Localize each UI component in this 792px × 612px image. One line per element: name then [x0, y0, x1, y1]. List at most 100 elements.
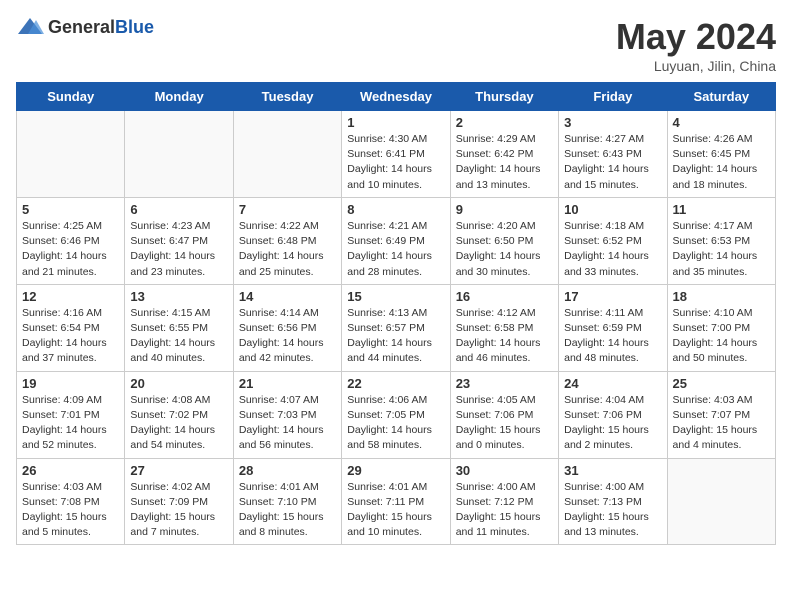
calendar-cell: 10 Sunrise: 4:18 AMSunset: 6:52 PMDayligh… — [559, 197, 667, 284]
day-info: Sunrise: 4:23 AMSunset: 6:47 PMDaylight:… — [130, 219, 227, 280]
day-info: Sunrise: 4:09 AMSunset: 7:01 PMDaylight:… — [22, 393, 119, 454]
calendar-cell: 26 Sunrise: 4:03 AMSunset: 7:08 PMDayligh… — [17, 458, 125, 545]
day-info: Sunrise: 4:16 AMSunset: 6:54 PMDaylight:… — [22, 306, 119, 367]
day-info: Sunrise: 4:27 AMSunset: 6:43 PMDaylight:… — [564, 132, 661, 193]
day-header-thursday: Thursday — [450, 83, 558, 111]
day-info: Sunrise: 4:00 AMSunset: 7:13 PMDaylight:… — [564, 480, 661, 541]
day-info: Sunrise: 4:10 AMSunset: 7:00 PMDaylight:… — [673, 306, 770, 367]
day-number: 11 — [673, 202, 770, 217]
calendar-cell: 6Sunrise: 4:23 AMSunset: 6:47 PMDaylight… — [125, 197, 233, 284]
day-info: Sunrise: 4:04 AMSunset: 7:06 PMDaylight:… — [564, 393, 661, 454]
day-info: Sunrise: 4:29 AMSunset: 6:42 PMDaylight:… — [456, 132, 553, 193]
calendar-week-3: 12 Sunrise: 4:16 AMSunset: 6:54 PMDayligh… — [17, 284, 776, 371]
day-number: 1 — [347, 115, 444, 130]
day-number: 21 — [239, 376, 336, 391]
calendar-cell: 29 Sunrise: 4:01 AMSunset: 7:11 PMDayligh… — [342, 458, 450, 545]
day-number: 7 — [239, 202, 336, 217]
day-info: Sunrise: 4:11 AMSunset: 6:59 PMDaylight:… — [564, 306, 661, 367]
calendar-cell: 11 Sunrise: 4:17 AMSunset: 6:53 PMDayligh… — [667, 197, 775, 284]
calendar-cell: 2 Sunrise: 4:29 AMSunset: 6:42 PMDaylight… — [450, 111, 558, 198]
calendar-cell: 9Sunrise: 4:20 AMSunset: 6:50 PMDaylight… — [450, 197, 558, 284]
day-number: 26 — [22, 463, 119, 478]
calendar-cell: 23 Sunrise: 4:05 AMSunset: 7:06 PMDayligh… — [450, 371, 558, 458]
calendar-cell: 13 Sunrise: 4:15 AMSunset: 6:55 PMDayligh… — [125, 284, 233, 371]
day-info: Sunrise: 4:03 AMSunset: 7:08 PMDaylight:… — [22, 480, 119, 541]
calendar-cell: 22 Sunrise: 4:06 AMSunset: 7:05 PMDayligh… — [342, 371, 450, 458]
day-header-tuesday: Tuesday — [233, 83, 341, 111]
location-subtitle: Luyuan, Jilin, China — [616, 58, 776, 74]
day-info: Sunrise: 4:14 AMSunset: 6:56 PMDaylight:… — [239, 306, 336, 367]
day-number: 29 — [347, 463, 444, 478]
day-number: 23 — [456, 376, 553, 391]
day-number: 12 — [22, 289, 119, 304]
day-info: Sunrise: 4:01 AMSunset: 7:11 PMDaylight:… — [347, 480, 444, 541]
calendar-cell: 12 Sunrise: 4:16 AMSunset: 6:54 PMDayligh… — [17, 284, 125, 371]
calendar-cell — [125, 111, 233, 198]
day-number: 27 — [130, 463, 227, 478]
calendar-cell: 31Sunrise: 4:00 AMSunset: 7:13 PMDayligh… — [559, 458, 667, 545]
calendar-week-4: 19Sunrise: 4:09 AMSunset: 7:01 PMDayligh… — [17, 371, 776, 458]
calendar: SundayMondayTuesdayWednesdayThursdayFrid… — [16, 82, 776, 545]
calendar-cell: 17 Sunrise: 4:11 AMSunset: 6:59 PMDayligh… — [559, 284, 667, 371]
day-number: 22 — [347, 376, 444, 391]
calendar-cell: 5Sunrise: 4:25 AMSunset: 6:46 PMDaylight… — [17, 197, 125, 284]
calendar-cell: 28 Sunrise: 4:01 AMSunset: 7:10 PMDayligh… — [233, 458, 341, 545]
day-info: Sunrise: 4:01 AMSunset: 7:10 PMDaylight:… — [239, 480, 336, 541]
day-info: Sunrise: 4:00 AMSunset: 7:12 PMDaylight:… — [456, 480, 553, 541]
calendar-cell: 27 Sunrise: 4:02 AMSunset: 7:09 PMDayligh… — [125, 458, 233, 545]
logo-icon — [16, 16, 44, 38]
calendar-cell: 24Sunrise: 4:04 AMSunset: 7:06 PMDayligh… — [559, 371, 667, 458]
day-number: 8 — [347, 202, 444, 217]
day-info: Sunrise: 4:06 AMSunset: 7:05 PMDaylight:… — [347, 393, 444, 454]
title-area: May 2024 Luyuan, Jilin, China — [616, 16, 776, 74]
day-header-friday: Friday — [559, 83, 667, 111]
calendar-week-2: 5Sunrise: 4:25 AMSunset: 6:46 PMDaylight… — [17, 197, 776, 284]
day-number: 2 — [456, 115, 553, 130]
header: GeneralBlue May 2024 Luyuan, Jilin, Chin… — [16, 16, 776, 74]
logo-blue: Blue — [115, 17, 154, 37]
day-info: Sunrise: 4:17 AMSunset: 6:53 PMDaylight:… — [673, 219, 770, 280]
day-info: Sunrise: 4:25 AMSunset: 6:46 PMDaylight:… — [22, 219, 119, 280]
calendar-cell: 18 Sunrise: 4:10 AMSunset: 7:00 PMDayligh… — [667, 284, 775, 371]
day-info: Sunrise: 4:02 AMSunset: 7:09 PMDaylight:… — [130, 480, 227, 541]
day-number: 14 — [239, 289, 336, 304]
calendar-week-1: 1 Sunrise: 4:30 AMSunset: 6:41 PMDaylight… — [17, 111, 776, 198]
calendar-cell: 7 Sunrise: 4:22 AMSunset: 6:48 PMDaylight… — [233, 197, 341, 284]
day-number: 18 — [673, 289, 770, 304]
day-info: Sunrise: 4:22 AMSunset: 6:48 PMDaylight:… — [239, 219, 336, 280]
day-info: Sunrise: 4:03 AMSunset: 7:07 PMDaylight:… — [673, 393, 770, 454]
day-info: Sunrise: 4:05 AMSunset: 7:06 PMDaylight:… — [456, 393, 553, 454]
day-info: Sunrise: 4:30 AMSunset: 6:41 PMDaylight:… — [347, 132, 444, 193]
day-info: Sunrise: 4:08 AMSunset: 7:02 PMDaylight:… — [130, 393, 227, 454]
day-number: 9 — [456, 202, 553, 217]
calendar-cell: 4 Sunrise: 4:26 AMSunset: 6:45 PMDaylight… — [667, 111, 775, 198]
day-number: 30 — [456, 463, 553, 478]
day-number: 16 — [456, 289, 553, 304]
day-number: 10 — [564, 202, 661, 217]
day-header-wednesday: Wednesday — [342, 83, 450, 111]
day-info: Sunrise: 4:15 AMSunset: 6:55 PMDaylight:… — [130, 306, 227, 367]
calendar-cell: 21 Sunrise: 4:07 AMSunset: 7:03 PMDayligh… — [233, 371, 341, 458]
day-number: 17 — [564, 289, 661, 304]
day-number: 15 — [347, 289, 444, 304]
logo: GeneralBlue — [16, 16, 154, 38]
day-number: 28 — [239, 463, 336, 478]
day-info: Sunrise: 4:26 AMSunset: 6:45 PMDaylight:… — [673, 132, 770, 193]
calendar-cell: 19Sunrise: 4:09 AMSunset: 7:01 PMDayligh… — [17, 371, 125, 458]
calendar-cell: 15 Sunrise: 4:13 AMSunset: 6:57 PMDayligh… — [342, 284, 450, 371]
month-title: May 2024 — [616, 16, 776, 58]
calendar-cell: 16Sunrise: 4:12 AMSunset: 6:58 PMDayligh… — [450, 284, 558, 371]
calendar-cell: 1 Sunrise: 4:30 AMSunset: 6:41 PMDaylight… — [342, 111, 450, 198]
day-header-monday: Monday — [125, 83, 233, 111]
day-number: 13 — [130, 289, 227, 304]
calendar-cell: 30 Sunrise: 4:00 AMSunset: 7:12 PMDayligh… — [450, 458, 558, 545]
day-info: Sunrise: 4:18 AMSunset: 6:52 PMDaylight:… — [564, 219, 661, 280]
day-info: Sunrise: 4:07 AMSunset: 7:03 PMDaylight:… — [239, 393, 336, 454]
day-number: 4 — [673, 115, 770, 130]
calendar-cell — [17, 111, 125, 198]
calendar-cell — [233, 111, 341, 198]
day-number: 3 — [564, 115, 661, 130]
day-info: Sunrise: 4:13 AMSunset: 6:57 PMDaylight:… — [347, 306, 444, 367]
logo-text: GeneralBlue — [48, 17, 154, 38]
calendar-cell: 25Sunrise: 4:03 AMSunset: 7:07 PMDayligh… — [667, 371, 775, 458]
